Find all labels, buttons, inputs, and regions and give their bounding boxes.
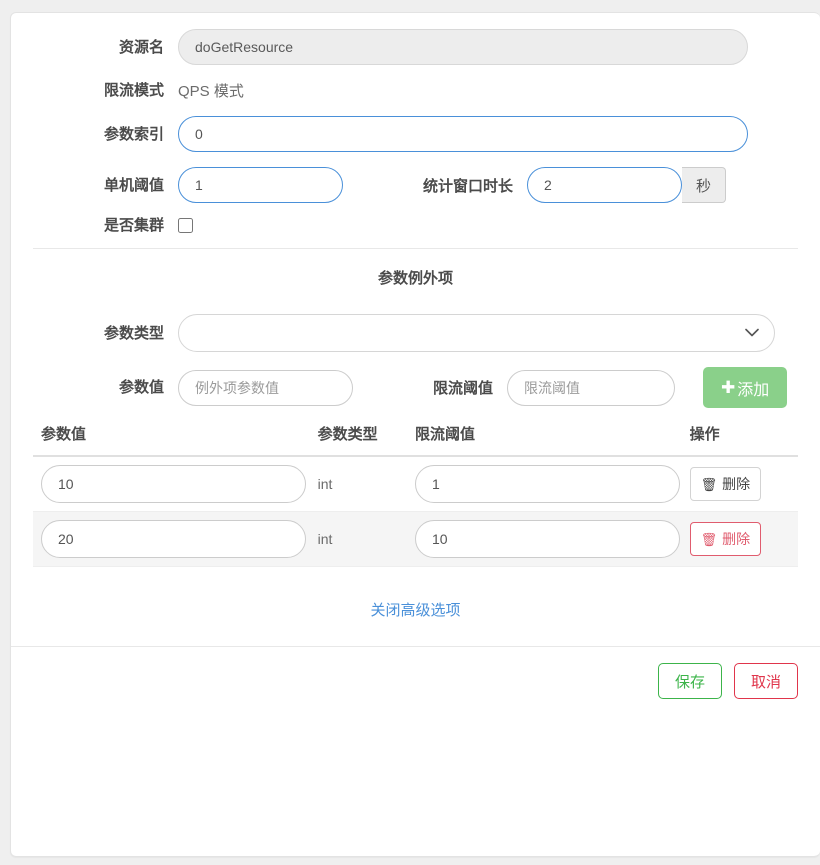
row-threshold-window: 单机阈值 统计窗口时长 秒 bbox=[33, 167, 798, 203]
delete-row-button-label: 删除 bbox=[722, 531, 751, 547]
param-index-label: 参数索引 bbox=[103, 125, 164, 143]
row-flow-mode: 限流模式 QPS 模式 bbox=[33, 80, 798, 101]
cluster-checkbox[interactable] bbox=[178, 218, 193, 233]
add-exception-button-label: 添加 bbox=[737, 381, 770, 399]
window-label: 统计窗口时长 bbox=[423, 177, 514, 195]
card-body: 资源名 限流模式 QPS 模式 参数索引 单机阈值 统计窗口时长 秒 是否集群 bbox=[11, 13, 820, 620]
single-threshold-label: 单机阈值 bbox=[103, 176, 164, 194]
trash-icon: 🗑 bbox=[700, 531, 718, 547]
exception-table: 参数值 参数类型 限流阈值 操作 int bbox=[33, 423, 798, 567]
window-input-group: 秒 bbox=[527, 167, 727, 203]
flow-rule-card: 资源名 限流模式 QPS 模式 参数索引 单机阈值 统计窗口时长 秒 是否集群 bbox=[10, 12, 820, 857]
row-resource-name: 资源名 bbox=[33, 29, 798, 65]
table-header-row: 参数值 参数类型 限流阈值 操作 bbox=[33, 423, 798, 457]
param-type-select-wrap: intdoublelongStringfloatcharbytebooleans… bbox=[178, 314, 775, 352]
row-param-index: 参数索引 bbox=[33, 116, 798, 152]
row-param-value: 参数值 限流阈值 ✚ 添加 bbox=[33, 367, 798, 408]
table-row: int 🗑 删除 bbox=[33, 511, 798, 567]
param-value-input[interactable] bbox=[178, 369, 353, 406]
cell-threshold bbox=[414, 511, 690, 567]
cell-param-type: int bbox=[317, 456, 415, 512]
delete-row-button[interactable]: 🗑 删除 bbox=[689, 522, 762, 556]
cell-threshold bbox=[414, 456, 690, 512]
row-param-value-input[interactable] bbox=[41, 520, 306, 558]
resource-name-input[interactable] bbox=[178, 29, 748, 65]
cancel-button[interactable]: 取消 bbox=[733, 663, 798, 699]
single-threshold-input[interactable] bbox=[178, 167, 343, 203]
toggle-advanced-options-link[interactable]: 关闭高级选项 bbox=[33, 599, 798, 620]
column-header-threshold: 限流阈值 bbox=[414, 423, 690, 457]
table-row: int 🗑 删除 bbox=[33, 456, 798, 512]
delete-row-button[interactable]: 🗑 删除 bbox=[689, 467, 762, 501]
cell-param-value bbox=[33, 511, 318, 567]
divider-top bbox=[33, 248, 798, 249]
cell-actions: 🗑 删除 bbox=[689, 456, 798, 512]
param-index-input[interactable] bbox=[178, 116, 748, 152]
row-param-value-input[interactable] bbox=[41, 465, 306, 503]
delete-row-button-label: 删除 bbox=[722, 476, 751, 492]
column-header-param-type: 参数类型 bbox=[317, 423, 415, 457]
resource-name-label: 资源名 bbox=[118, 38, 164, 56]
exception-table-body: int 🗑 删除 int bbox=[33, 456, 798, 567]
column-header-param-value: 参数值 bbox=[33, 423, 318, 457]
cell-param-type: int bbox=[317, 511, 415, 567]
row-param-type: 参数类型 intdoublelongStringfloatcharbyteboo… bbox=[33, 314, 798, 352]
cluster-label: 是否集群 bbox=[103, 217, 164, 234]
param-type-label: 参数类型 bbox=[103, 324, 164, 342]
param-value-label: 参数值 bbox=[118, 379, 164, 396]
window-unit-addon: 秒 bbox=[682, 167, 727, 203]
exception-section-title: 参数例外项 bbox=[377, 270, 453, 287]
row-threshold-input[interactable] bbox=[414, 520, 680, 558]
exception-threshold-label: 限流阈值 bbox=[433, 380, 494, 397]
save-button[interactable]: 保存 bbox=[657, 663, 722, 699]
row-threshold-input[interactable] bbox=[414, 465, 680, 503]
row-cluster: 是否集群 bbox=[33, 218, 798, 233]
param-type-select[interactable]: intdoublelongStringfloatcharbytebooleans… bbox=[178, 314, 775, 352]
column-header-actions: 操作 bbox=[689, 423, 798, 457]
exception-threshold-input[interactable] bbox=[507, 369, 676, 406]
window-input[interactable] bbox=[527, 167, 683, 203]
cell-param-value bbox=[33, 456, 318, 512]
trash-icon: 🗑 bbox=[700, 476, 718, 492]
card-footer: 保存 取消 bbox=[11, 646, 820, 713]
flow-mode-value: QPS 模式 bbox=[178, 83, 244, 100]
cell-actions: 🗑 删除 bbox=[689, 511, 798, 567]
add-exception-button[interactable]: ✚ 添加 bbox=[703, 367, 788, 408]
plus-icon: ✚ bbox=[721, 378, 736, 397]
flow-mode-label: 限流模式 bbox=[103, 82, 164, 99]
exception-table-head: 参数值 参数类型 限流阈值 操作 bbox=[33, 423, 798, 457]
